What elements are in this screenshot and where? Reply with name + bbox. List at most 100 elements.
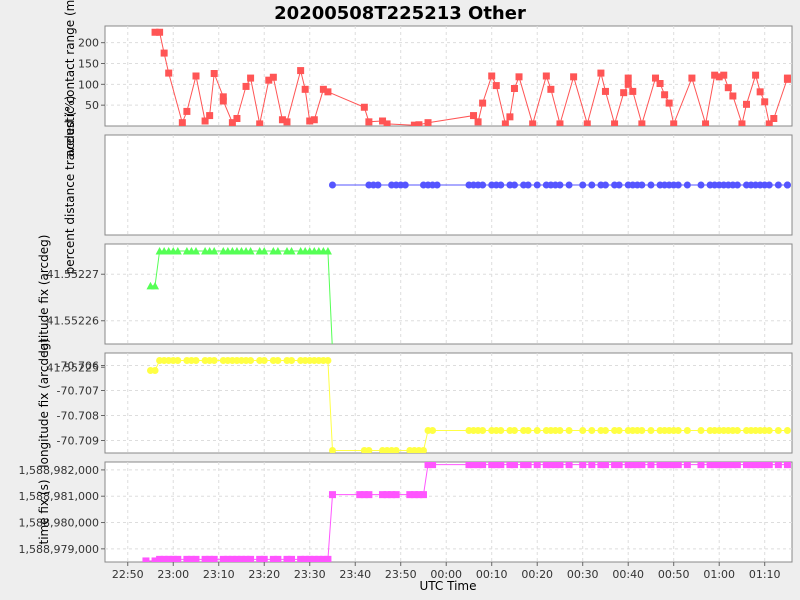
data-point: [324, 357, 332, 364]
data-point: [210, 555, 218, 562]
data-point: [601, 181, 609, 189]
data-point: [765, 181, 773, 189]
panel-time-fix: 1,588,982,000 1,588,981,000 1,588,980,000 1…: [19, 461, 793, 563]
data-point: [328, 491, 336, 499]
data-point: [752, 71, 760, 79]
data-point: [620, 89, 628, 97]
y-tick-label: 150: [78, 58, 99, 71]
data-point: [765, 427, 773, 434]
data-point: [597, 69, 605, 77]
data-point: [260, 357, 268, 364]
y-axis-label-latitude-fix: latitude fix (arcdeg): [37, 235, 51, 354]
plot-area-latitude-fix: [104, 243, 793, 345]
data-point: [210, 357, 218, 364]
x-tick-label: 00:10: [476, 568, 508, 581]
data-point: [697, 462, 705, 469]
data-point: [783, 181, 791, 189]
data-point: [588, 181, 596, 189]
data-point: [638, 427, 646, 434]
data-point: [770, 115, 778, 122]
series-percent-distance: [328, 181, 791, 189]
data-point: [601, 87, 609, 95]
y-axis-label-longitude-fix: longitude fix (arcdeg): [37, 338, 51, 467]
data-point: [579, 462, 587, 469]
data-point: [774, 181, 782, 189]
data-point: [624, 74, 632, 82]
data-point: [588, 462, 596, 469]
data-point: [756, 88, 764, 96]
data-point: [743, 100, 751, 108]
data-point: [688, 74, 696, 82]
data-point: [165, 69, 173, 77]
data-point: [515, 73, 523, 81]
data-point: [328, 447, 336, 453]
y-tick-label: 1,588,982,000: [19, 464, 99, 477]
data-point: [506, 113, 514, 121]
data-point: [729, 92, 737, 100]
data-point: [233, 115, 241, 122]
panel-longitude-fix: -70.706 -70.707 -70.708 -70.709 longitude fi…: [37, 338, 793, 468]
data-point: [219, 97, 227, 105]
data-point: [479, 462, 487, 469]
data-point: [260, 555, 268, 562]
data-point: [533, 462, 541, 469]
data-point: [556, 181, 564, 189]
data-point: [761, 98, 769, 106]
data-point: [429, 427, 437, 434]
data-point: [601, 462, 609, 469]
data-point: [365, 491, 373, 499]
data-point: [274, 555, 282, 562]
data-point: [433, 181, 441, 189]
data-point: [624, 80, 632, 88]
data-point: [374, 181, 382, 189]
data-point: [242, 82, 250, 90]
data-point: [510, 85, 518, 92]
y-tick-label: -70.708: [57, 410, 99, 423]
x-tick-label: 23:50: [385, 568, 417, 581]
data-point: [683, 427, 691, 434]
data-point: [479, 99, 487, 107]
y-tick-label: 200: [78, 37, 99, 50]
data-point: [783, 462, 791, 469]
data-point: [601, 427, 609, 434]
data-point: [615, 181, 623, 189]
data-point: [160, 49, 168, 57]
data-point: [556, 427, 564, 434]
data-point: [479, 181, 487, 189]
data-point: [765, 462, 773, 469]
data-point: [178, 119, 186, 126]
data-point: [497, 462, 505, 469]
data-point: [524, 427, 532, 434]
data-point: [556, 462, 564, 469]
data-point: [733, 462, 741, 469]
data-point: [733, 427, 741, 434]
data-point: [547, 85, 555, 93]
data-point: [419, 447, 427, 453]
y-axis-label-percent-distance: percent distance traveled (%): [63, 96, 77, 275]
x-tick-label: 00:40: [612, 568, 644, 581]
data-point: [579, 427, 587, 434]
data-point: [665, 99, 673, 107]
x-tick-label: 01:10: [749, 568, 781, 581]
x-tick-label: 23:00: [157, 568, 189, 581]
x-axis-label: UTC Time: [420, 579, 477, 593]
x-tick-label: 00:30: [567, 568, 599, 581]
y-tick-label: 100: [78, 78, 99, 91]
y-tick-label: 41.55227: [47, 268, 100, 281]
data-point: [365, 118, 373, 126]
data-point: [174, 555, 182, 562]
data-point: [392, 447, 400, 453]
data-point: [720, 71, 728, 79]
data-point: [783, 75, 791, 83]
x-tick-label: 00:50: [658, 568, 690, 581]
multi-panel-time-series-chart: 20200508T225213 Other UTC Time 200 150 100…: [0, 0, 800, 600]
data-point: [288, 555, 296, 562]
data-point: [565, 462, 573, 469]
x-tick-label: 23:30: [294, 568, 326, 581]
data-point: [310, 116, 318, 124]
data-point: [774, 427, 782, 434]
data-point: [524, 181, 532, 189]
x-tick-label: 00:00: [430, 568, 462, 581]
data-point: [206, 112, 214, 120]
data-point: [774, 462, 782, 469]
